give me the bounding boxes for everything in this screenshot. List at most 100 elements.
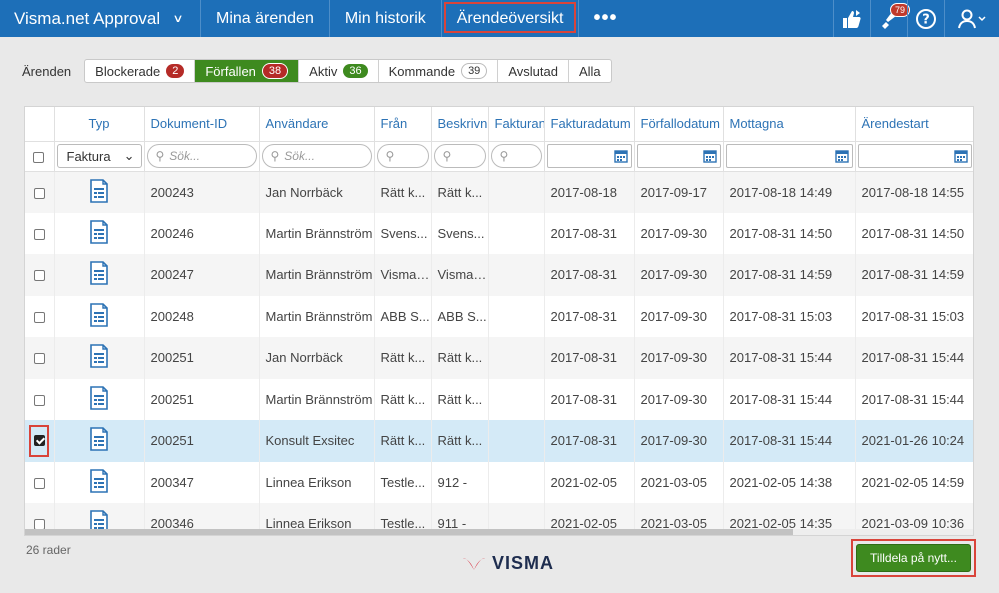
cell-fran: Rätt k...	[374, 378, 432, 420]
cell-fakturadatum: 2017-08-31	[544, 212, 635, 254]
calendar-icon[interactable]	[834, 149, 849, 163]
filter-kommande[interactable]: Kommande 39	[379, 60, 499, 82]
start-date-input[interactable]	[857, 144, 972, 168]
horizontal-scrollbar[interactable]	[25, 529, 973, 535]
table-row[interactable]: 200251 Konsult Exsitec Rätt k... Rätt k... 2…	[25, 420, 973, 462]
nav-arendeoversikt[interactable]: Ärendeöversikt	[442, 0, 580, 37]
row-checkbox[interactable]	[33, 435, 45, 447]
from-search-input[interactable]: ⚲	[376, 144, 429, 168]
table-row[interactable]: 200246 Martin Brännström Svens... Svens... 2…	[25, 212, 973, 254]
cell-typ	[54, 212, 145, 254]
header-typ[interactable]: Typ	[54, 107, 145, 142]
notifications-icon[interactable]: 79	[870, 0, 911, 37]
filter-alla[interactable]: Alla	[569, 60, 611, 82]
segment-label: Förfallen	[205, 63, 256, 79]
select-all-cell	[25, 141, 55, 172]
filter-blockerade[interactable]: Blockerade 2	[85, 60, 196, 82]
type-filter-value: Faktura	[66, 148, 111, 164]
cell-anvandare: Martin Brännström	[259, 212, 375, 254]
row-checkbox[interactable]	[33, 187, 45, 199]
table-row[interactable]: 200247 Martin Brännström Visma ... Visma ..…	[25, 254, 973, 296]
cell-fakturadatum: 2017-08-31	[544, 420, 635, 462]
invdate-date-input[interactable]	[546, 144, 632, 168]
help-icon[interactable]: ?	[907, 0, 944, 37]
header-forfallodatum[interactable]: Förfallodatum	[634, 107, 724, 142]
type-filter-select[interactable]: Faktura ⌄	[56, 144, 142, 168]
cell-fakturanummer	[488, 254, 545, 296]
count-badge: 39	[461, 63, 488, 79]
invno-search-input[interactable]: ⚲	[490, 144, 542, 168]
more-menu-icon[interactable]: •••	[579, 0, 631, 37]
thumbs-approve-icon[interactable]	[833, 0, 870, 37]
row-checkbox[interactable]	[33, 270, 45, 282]
cell-fran: Rätt k...	[374, 171, 432, 213]
cell-fran: Rätt k...	[374, 420, 432, 462]
header-anvandare[interactable]: Användare	[259, 107, 375, 142]
cell-beskrivning: Visma ...	[431, 254, 489, 296]
cell-arendestart: 2017-08-31 15:44	[855, 378, 973, 420]
cases-table: Typ Dokument-ID Användare Från Beskrivn …	[24, 106, 974, 536]
header-mottagna[interactable]: Mottagna	[723, 107, 856, 142]
cell-dokument-id: 200243	[144, 171, 260, 213]
cell-forfallodatum: 2017-09-30	[634, 420, 724, 462]
visma-logo: VISMA	[462, 553, 554, 574]
row-checkbox[interactable]	[33, 311, 45, 323]
header-arendestart[interactable]: Ärendestart	[855, 107, 973, 142]
chevron-down-icon: ∨	[172, 13, 184, 25]
cell-dokument-id: 200247	[144, 254, 260, 296]
cell-fran: ABB S...	[374, 295, 432, 337]
row-checkbox[interactable]	[33, 477, 45, 489]
filter-avslutad[interactable]: Avslutad	[498, 60, 569, 82]
cell-mottagna: 2017-08-31 15:44	[723, 337, 856, 379]
table-row[interactable]: 200248 Martin Brännström ABB S... ABB S... 2…	[25, 295, 973, 337]
cell-typ	[54, 337, 145, 379]
visma-logo-mark	[463, 557, 485, 570]
app-switcher[interactable]: Visma.net Approval ∨	[0, 0, 201, 37]
cell-fakturanummer	[488, 337, 545, 379]
filter-aktiv[interactable]: Aktiv 36	[299, 60, 379, 82]
user-menu-icon[interactable]	[944, 0, 999, 37]
table-row[interactable]: 200251 Jan Norrbäck Rätt k... Rätt k... 2017…	[25, 337, 973, 379]
header-fran[interactable]: Från	[374, 107, 432, 142]
nav-min-historik[interactable]: Min historik	[330, 0, 442, 37]
status-segmented-control: Blockerade 2 Förfallen 38 Aktiv 36 Kommande…	[84, 59, 612, 83]
row-checkbox[interactable]	[33, 228, 45, 240]
table-row[interactable]: 200347 Linnea Erikson Testle... 912 - 2021-0…	[25, 461, 973, 503]
segment-label: Aktiv	[309, 63, 338, 79]
nav-label: Min historik	[344, 9, 426, 27]
cell-typ	[54, 295, 145, 337]
nav-label: Mina ärenden	[216, 9, 314, 27]
select-all-checkbox[interactable]	[32, 151, 44, 163]
user-search-input[interactable]: ⚲ Sök...	[261, 144, 372, 168]
table-row[interactable]: 200251 Martin Brännström Rätt k... Rätt k..…	[25, 378, 973, 420]
header-beskrivning[interactable]: Beskrivn	[431, 107, 489, 142]
segment-label: Blockerade	[95, 63, 161, 79]
logo-text: VISMA	[492, 553, 555, 573]
calendar-icon[interactable]	[953, 149, 968, 163]
calendar-icon[interactable]	[613, 149, 628, 163]
cell-forfallodatum: 2017-09-30	[634, 254, 724, 296]
header-fakturadatum[interactable]: Fakturadatum	[544, 107, 635, 142]
nav-mina-arenden[interactable]: Mina ärenden	[201, 0, 330, 37]
row-checkbox[interactable]	[33, 394, 45, 406]
scrollbar-thumb[interactable]	[25, 529, 793, 535]
cell-typ	[54, 378, 145, 420]
calendar-icon[interactable]	[702, 149, 717, 163]
cell-fran: Svens...	[374, 212, 432, 254]
docid-search-input[interactable]: ⚲ Sök...	[146, 144, 257, 168]
segment-label: Kommande	[388, 63, 456, 79]
filter-forfallen[interactable]: Förfallen 38	[195, 60, 300, 82]
header-fakturanummer[interactable]: Fakturan	[488, 107, 545, 142]
cell-beskrivning: Rätt k...	[431, 171, 489, 213]
due-date-input[interactable]	[636, 144, 721, 168]
row-select-cell	[25, 254, 55, 296]
cell-beskrivning: Rätt k...	[431, 337, 489, 379]
row-checkbox[interactable]	[33, 353, 45, 365]
desc-search-input[interactable]: ⚲	[433, 144, 486, 168]
recv-date-input[interactable]	[725, 144, 853, 168]
reassign-button[interactable]: Tilldela på nytt...	[856, 544, 971, 572]
cell-anvandare: Martin Brännström	[259, 378, 375, 420]
header-dokument-id[interactable]: Dokument-ID	[144, 107, 260, 142]
table-row[interactable]: 200243 Jan Norrbäck Rätt k... Rätt k... 2017…	[25, 171, 973, 213]
cell-dokument-id: 200251	[144, 337, 260, 379]
